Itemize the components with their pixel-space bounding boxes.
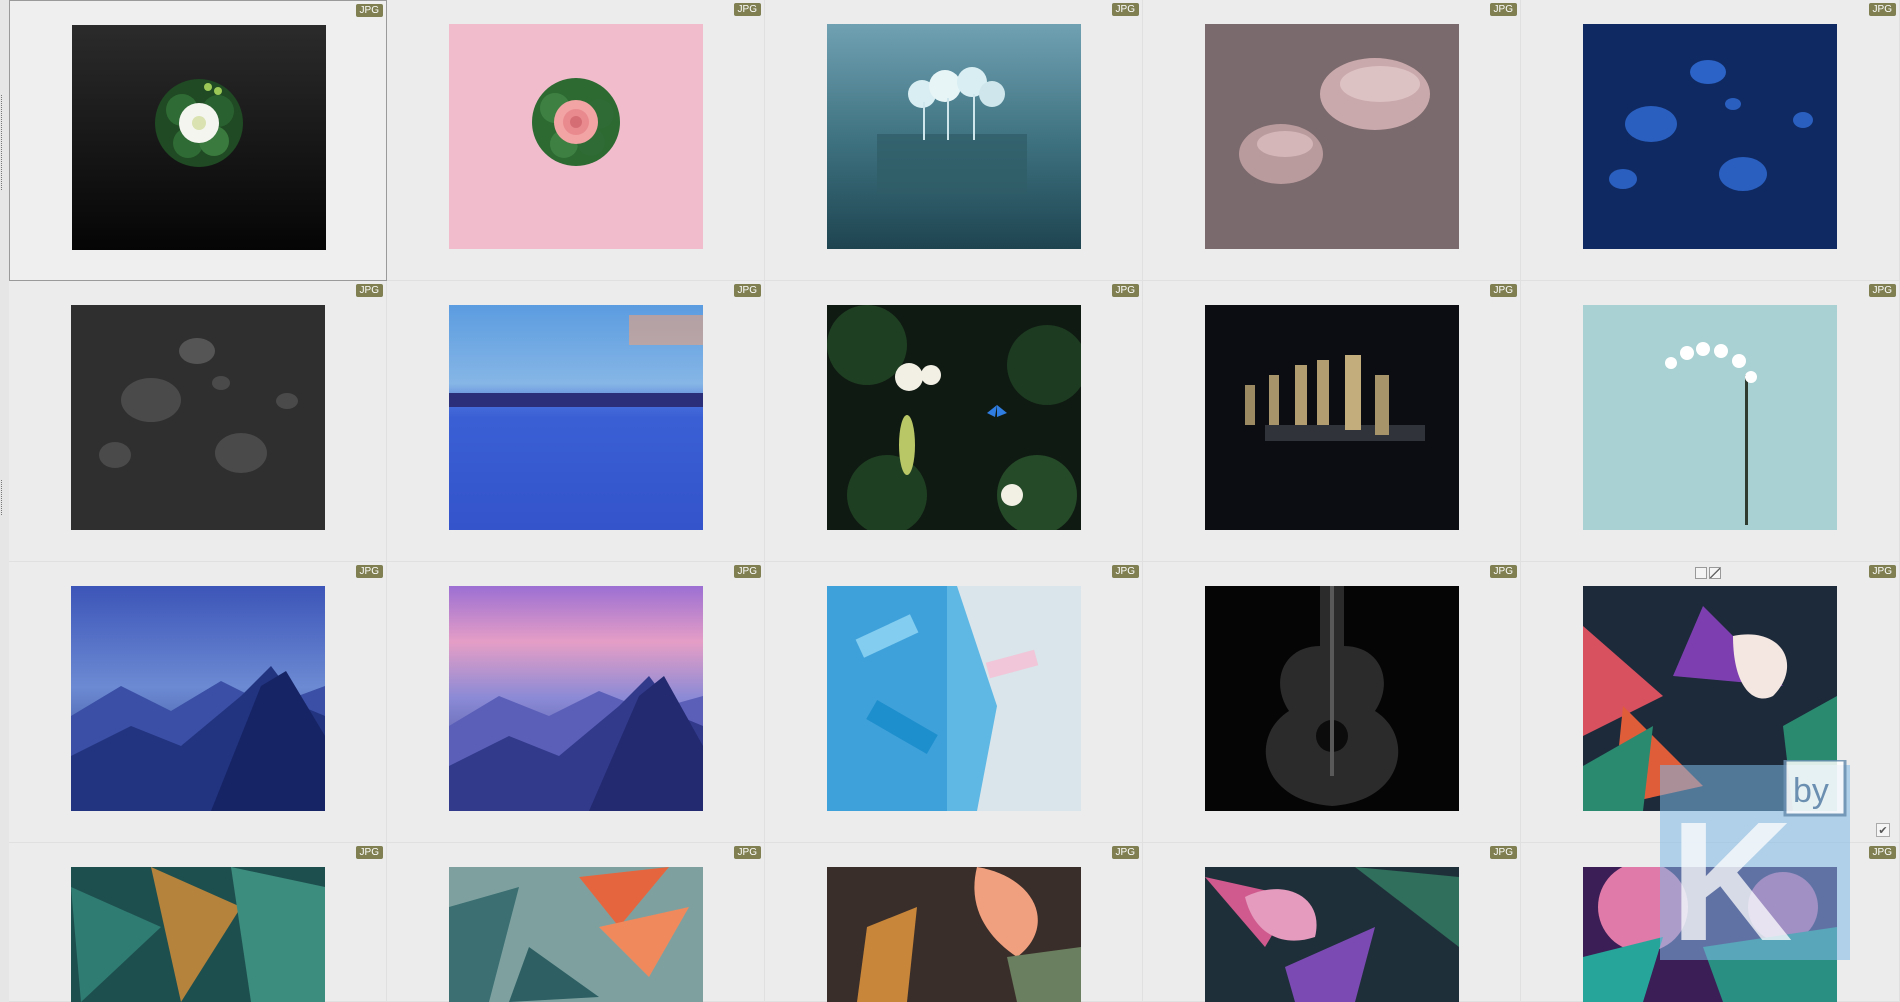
thumb-white-orchid[interactable] [1583,305,1837,530]
grid-cell[interactable]: JPG [1143,843,1521,1002]
file-type-badge: JPG [1111,3,1139,16]
thumb-chess-pieces[interactable] [1205,305,1459,530]
grid-cell[interactable]: JPG [765,843,1143,1002]
grid-cell[interactable]: JPG [1521,281,1900,562]
grid-cell[interactable]: JPG [1521,562,1900,843]
thumb-calla-lily-tropical[interactable] [1583,586,1837,811]
thumbnail-grid: JPG JPG JPG JPG JPG JPG JPG JPG JPG JPG … [9,0,1900,1002]
grid-cell[interactable]: JPG [1143,0,1521,281]
file-type-badge: JPG [1111,846,1139,859]
file-type-badge: JPG [1489,3,1517,16]
thumb-pink-rose-pink[interactable] [449,24,703,249]
file-type-badge: JPG [1868,565,1896,578]
grid-cell[interactable]: JPG [9,843,387,1002]
thumb-bird-of-paradise[interactable] [449,867,703,1002]
file-type-badge: JPG [1868,846,1896,859]
grid-cell[interactable]: JPG [387,843,765,1002]
file-type-badge: JPG [1489,565,1517,578]
file-type-badge: JPG [355,4,383,17]
grid-cell[interactable]: JPG [387,281,765,562]
thumb-abstract-blue-landscape[interactable] [449,305,703,530]
thumb-blue-water-drops[interactable] [1583,24,1837,249]
grid-cell[interactable]: JPG [9,281,387,562]
grid-cell[interactable]: JPG [1143,562,1521,843]
file-type-badge: JPG [733,846,761,859]
file-type-badge: JPG [1489,284,1517,297]
thumb-pink-sky-mountains[interactable] [449,586,703,811]
thumb-white-flower-black[interactable] [72,25,326,250]
thumb-pink-pebbles[interactable] [1205,24,1459,249]
grid-cell[interactable]: JPG [765,562,1143,843]
splitter-grip-top[interactable] [1,95,5,190]
thumb-misty-island-trees[interactable] [827,24,1081,249]
thumb-pink-teal-flowers[interactable] [1583,867,1837,1002]
file-type-badge: JPG [1868,284,1896,297]
thumb-acoustic-guitar[interactable] [1205,586,1459,811]
file-type-badge: JPG [355,565,383,578]
file-type-badge: JPG [733,565,761,578]
file-type-badge: JPG [1111,284,1139,297]
grid-cell[interactable]: JPG [387,562,765,843]
grid-cell[interactable]: JPG [387,0,765,281]
file-type-badge: JPG [1489,846,1517,859]
thumbnail-toolbar [1695,567,1721,579]
checkbox-checked-icon[interactable]: ✔ [1876,823,1890,837]
thumb-teal-leaves[interactable] [71,867,325,1002]
file-type-badge: JPG [355,284,383,297]
file-type-badge: JPG [733,3,761,16]
splitter-grip-bottom[interactable] [1,480,5,515]
file-type-badge: JPG [733,284,761,297]
thumb-blue-mountains[interactable] [71,586,325,811]
grid-cell[interactable]: JPG [1521,843,1900,1002]
file-type-badge: JPG [355,846,383,859]
thumb-purple-tropical-flowers[interactable] [1205,867,1459,1002]
square-icon[interactable] [1695,567,1707,579]
file-type-badge: JPG [1111,565,1139,578]
thumb-tropical-leaves-butterfly[interactable] [827,305,1081,530]
thumb-orange-lilies[interactable] [827,867,1081,1002]
grid-cell[interactable]: JPG [9,0,387,281]
grid-cell[interactable]: JPG [765,0,1143,281]
thumb-black-water-drops[interactable] [71,305,325,530]
grid-cell[interactable]: JPG [1521,0,1900,281]
grid-cell[interactable]: JPG [9,562,387,843]
edit-icon[interactable] [1709,567,1721,579]
grid-cell[interactable]: JPG [765,281,1143,562]
thumb-blue-paint-texture[interactable] [827,586,1081,811]
file-type-badge: JPG [1868,3,1896,16]
grid-cell[interactable]: JPG [1143,281,1521,562]
